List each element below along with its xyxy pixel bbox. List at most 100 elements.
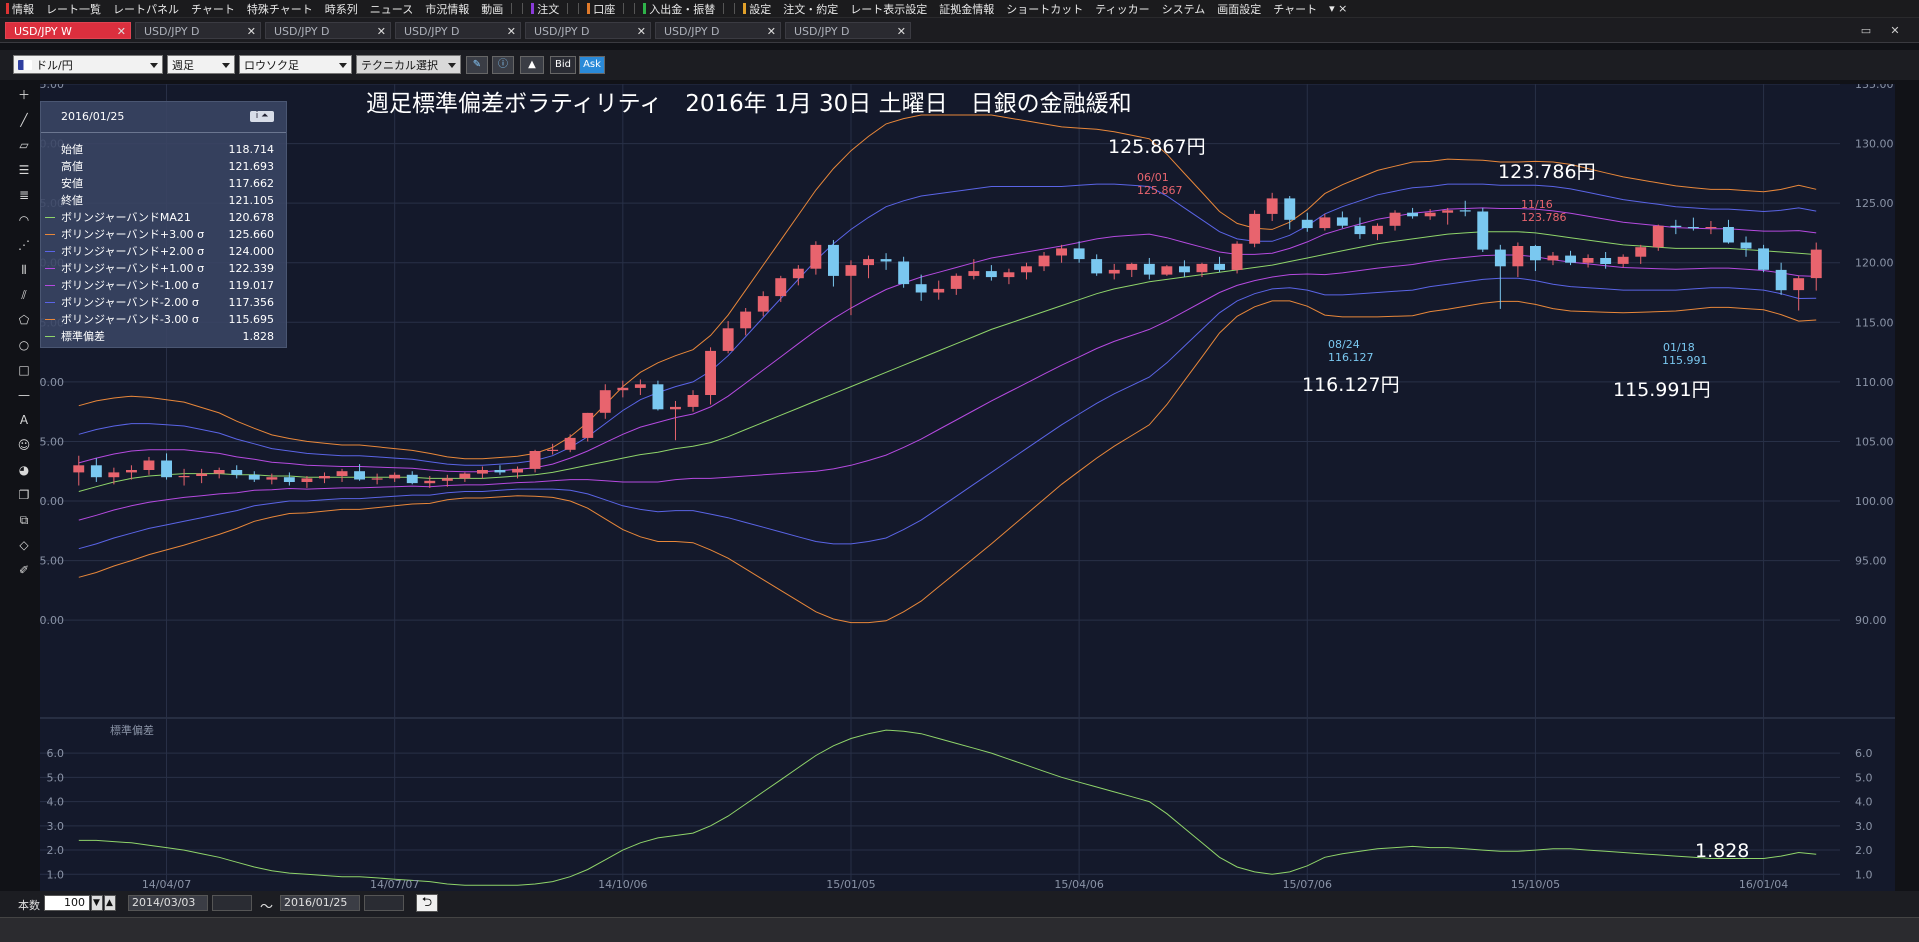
chart-canvas[interactable]: 135.00135.00130.00130.00125.00125.00120.…: [26, 78, 1895, 891]
info-icon[interactable]: ⓘ: [492, 56, 514, 74]
menu-item[interactable]: 情報: [0, 0, 40, 17]
apply-icon[interactable]: ⮌: [416, 894, 438, 912]
menu-item[interactable]: 口座: [581, 0, 621, 17]
candle-up: [740, 311, 752, 329]
smiley-icon[interactable]: ☺: [13, 434, 35, 456]
menu-item[interactable]: レート表示設定: [844, 0, 933, 17]
vertical-lines-icon[interactable]: ⦀: [13, 259, 35, 281]
candle-up: [634, 384, 646, 388]
menu-item[interactable]: 証拠金情報: [933, 0, 1000, 17]
price-tick-left: 90.00: [40, 614, 64, 627]
tab-close-icon[interactable]: ✕: [507, 23, 516, 40]
tab[interactable]: USD/JPY D ✕: [785, 22, 911, 39]
menu-item[interactable]: レート一覧: [40, 0, 107, 17]
data-window-value: 121.693: [228, 160, 275, 173]
sub-tick-right: 4.0: [1855, 796, 1873, 809]
circle-icon[interactable]: ○: [13, 334, 35, 356]
tab-label: USD/JPY D: [144, 25, 200, 38]
close-icon[interactable]: ✕: [1887, 24, 1903, 37]
menu-item[interactable]: ティッカー: [1089, 0, 1155, 17]
menu-item[interactable]: 入出金・振替: [637, 0, 721, 17]
menu-item[interactable]: チャート: [185, 0, 241, 17]
layers-icon[interactable]: ⧉: [13, 509, 35, 531]
tab[interactable]: USD/JPY D ✕: [395, 22, 521, 39]
tab-close-icon[interactable]: ✕: [117, 23, 126, 40]
tab[interactable]: USD/JPY D ✕: [525, 22, 651, 39]
tab[interactable]: USD/JPY D ✕: [265, 22, 391, 39]
to-date-field[interactable]: 2016/01/25: [280, 895, 360, 911]
price-tick-right: 125.00: [1855, 197, 1894, 210]
technical-select[interactable]: テクニカル選択: [356, 55, 461, 74]
menu-item[interactable]: ニュース: [364, 0, 419, 17]
tab-close-icon[interactable]: ✕: [377, 23, 386, 40]
menu-item[interactable]: 注文: [525, 0, 565, 17]
menu-item[interactable]: 時系列: [319, 0, 364, 17]
horizontal-line-icon[interactable]: —: [13, 384, 35, 406]
data-window-row: ボリンジャーバンドMA21 120.678: [41, 209, 286, 226]
period-select[interactable]: 週足: [167, 55, 235, 74]
fibonacci-icon[interactable]: ≣: [13, 184, 35, 206]
settings-tool-icon[interactable]: ✐: [13, 559, 35, 581]
fan-icon[interactable]: ⋰: [13, 234, 35, 256]
candle-up: [477, 470, 488, 474]
trendline-icon[interactable]: ╱: [13, 109, 35, 131]
menu-item[interactable]: 動画: [475, 0, 509, 17]
to-time-field[interactable]: [364, 895, 404, 911]
from-time-field[interactable]: [212, 895, 252, 911]
menu-item[interactable]: 画面設定: [1211, 0, 1267, 17]
menu-item[interactable]: システム: [1156, 0, 1212, 17]
ask-button[interactable]: Ask: [579, 56, 605, 74]
count-field[interactable]: 100: [44, 895, 90, 911]
horizontal-lines-icon[interactable]: ☰: [13, 159, 35, 181]
menu-item[interactable]: 特殊チャート: [241, 0, 319, 17]
tab-close-icon[interactable]: ✕: [897, 23, 906, 40]
text-icon[interactable]: A: [13, 409, 35, 431]
menu-item[interactable]: 設定: [737, 0, 777, 17]
channel-icon[interactable]: ⫽: [13, 284, 35, 306]
candle-down: [1670, 225, 1682, 227]
tab[interactable]: USD/JPY D ✕: [135, 22, 261, 39]
rectangle-icon[interactable]: □: [13, 359, 35, 381]
menu-item[interactable]: ▾ ×: [1323, 0, 1353, 17]
crosshair-icon[interactable]: ＋: [13, 84, 35, 106]
tab-close-icon[interactable]: ✕: [767, 23, 776, 40]
candle-up: [1652, 225, 1664, 248]
arc-icon[interactable]: ◠: [13, 209, 35, 231]
menu-item[interactable]: 注文・約定: [777, 0, 844, 17]
eraser-icon[interactable]: ◇: [13, 534, 35, 556]
candle-up: [1196, 263, 1208, 273]
ruler-icon[interactable]: ▱: [13, 134, 35, 156]
cursor-icon[interactable]: ◕: [13, 459, 35, 481]
tab-active[interactable]: USD/JPY W ✕: [5, 22, 131, 39]
copy-icon[interactable]: ❐: [13, 484, 35, 506]
menu-item[interactable]: チャート: [1267, 0, 1323, 17]
pen-icon[interactable]: ✎: [466, 56, 488, 74]
count-down-button[interactable]: ▼: [91, 895, 103, 911]
data-window-value: 121.105: [228, 194, 275, 207]
restore-icon[interactable]: ▭: [1858, 24, 1874, 37]
area-chart-icon[interactable]: ▲: [520, 56, 544, 74]
chart-area[interactable]: 135.00135.00130.00130.00125.00125.00120.…: [26, 78, 1895, 891]
count-up-button[interactable]: ▲: [104, 895, 116, 911]
menu-item[interactable]: ショートカット: [1000, 0, 1089, 17]
price-tick-right: 115.00: [1855, 316, 1894, 329]
collapse-icon[interactable]: i ⏶: [250, 111, 274, 122]
pentagon-icon[interactable]: ⬠: [13, 309, 35, 331]
data-window-value: 122.339: [228, 262, 275, 275]
candle-up: [108, 472, 120, 478]
data-window-row: ボリンジャーバンド+2.00 σ 124.000: [41, 243, 286, 260]
menu-item[interactable]: 市況情報: [419, 0, 475, 17]
menu-item[interactable]: レートパネル: [107, 0, 185, 17]
tab-close-icon[interactable]: ✕: [247, 23, 256, 40]
tab-close-icon[interactable]: ✕: [637, 23, 646, 40]
candle-up: [1793, 278, 1805, 291]
date-tick: 15/01/05: [826, 878, 875, 891]
menu-item-label: 時系列: [324, 2, 358, 16]
currency-pair-select[interactable]: ドル/円: [13, 55, 163, 74]
candle-up: [599, 390, 611, 413]
tab[interactable]: USD/JPY D ✕: [655, 22, 781, 39]
menu-item-label: 注文・約定: [783, 2, 839, 16]
bid-button[interactable]: Bid: [550, 56, 576, 74]
from-date-field[interactable]: 2014/03/03: [128, 895, 208, 911]
chart-type-select[interactable]: ロウソク足: [239, 55, 352, 74]
